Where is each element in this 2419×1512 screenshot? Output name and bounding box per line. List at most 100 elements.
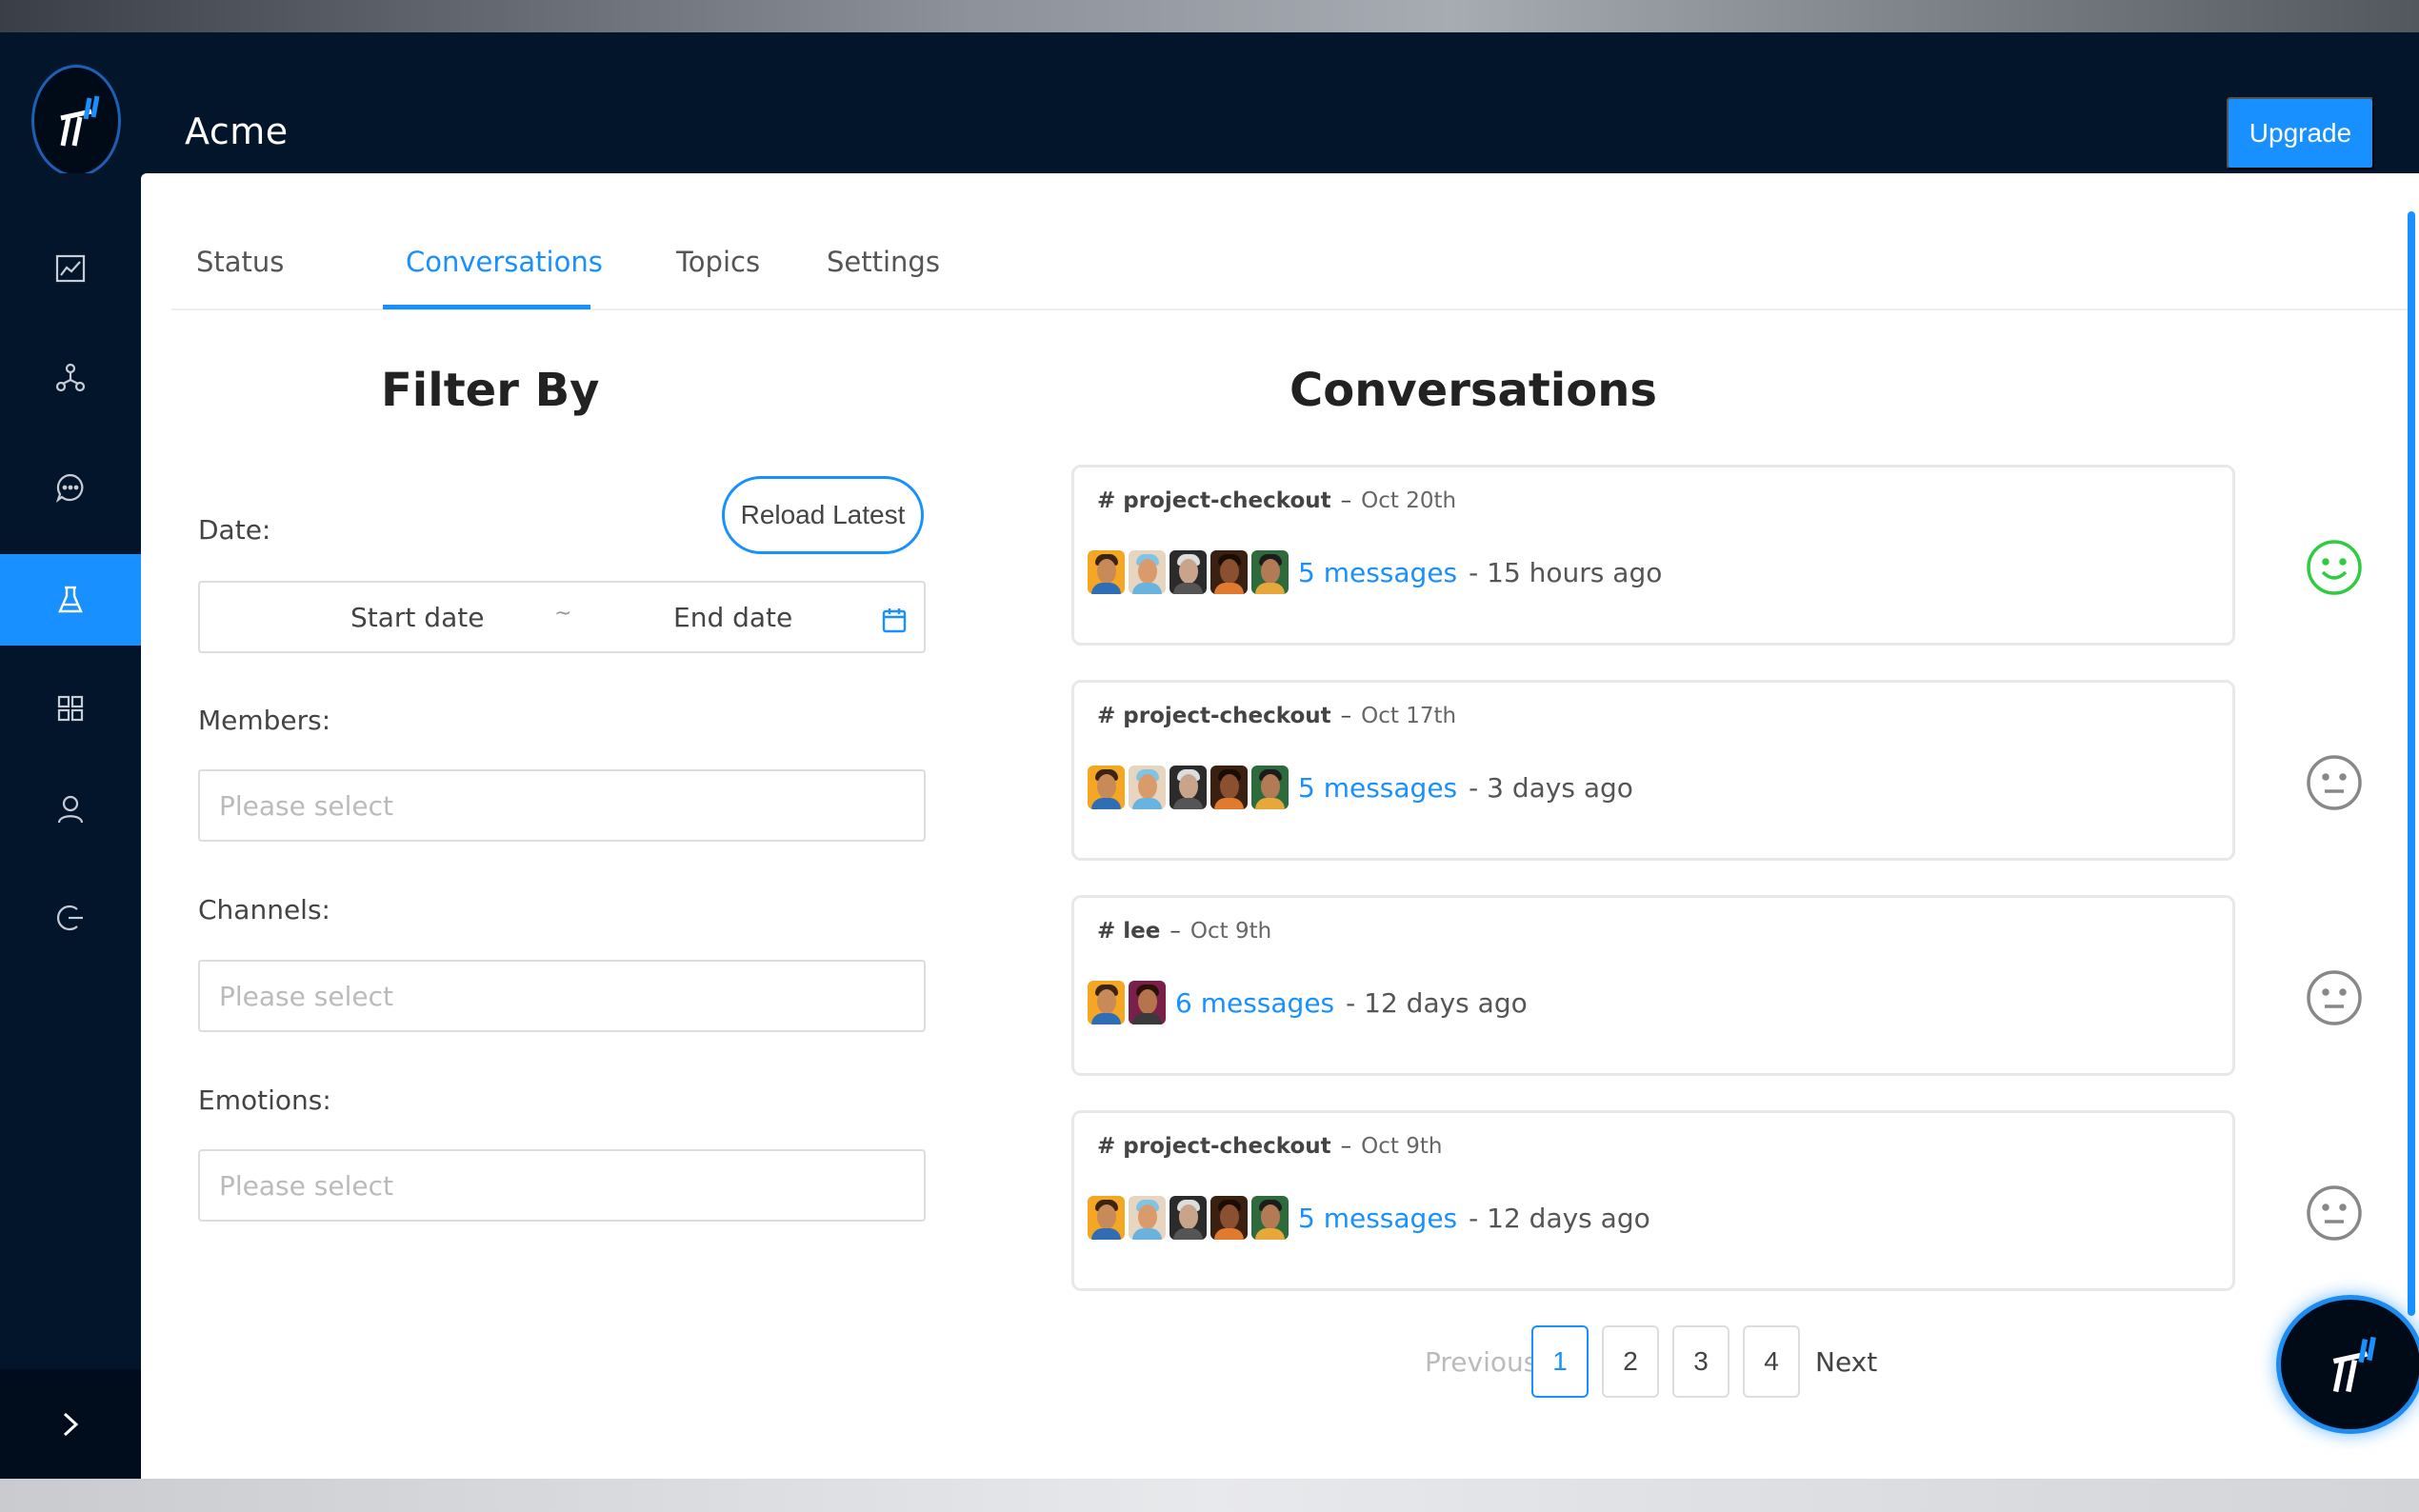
brand-logo-icon[interactable] <box>30 63 122 179</box>
participant-avatars <box>1088 1196 1289 1240</box>
avatar <box>1088 766 1125 809</box>
channel-name[interactable]: # project-checkout <box>1097 1134 1331 1159</box>
emotions-input[interactable] <box>219 1168 886 1203</box>
tab-settings[interactable]: Settings <box>827 246 940 278</box>
members-input[interactable] <box>219 788 886 823</box>
conversation-card[interactable]: # project-checkout – Oct 20th 5 messages… <box>1071 465 2362 646</box>
members-label: Members: <box>198 705 331 736</box>
top-bar: Acme Upgrade <box>0 32 2419 173</box>
participant-avatars <box>1088 766 1289 809</box>
neutral-face-icon <box>2307 1185 2362 1241</box>
scrollbar-thumb[interactable] <box>2408 211 2415 1316</box>
conversation-header: # project-checkout – Oct 20th <box>1097 488 1456 513</box>
conversations-title: Conversations <box>1289 364 1657 417</box>
conversation-date: Oct 17th <box>1361 704 1457 728</box>
page-button-2[interactable]: 2 <box>1602 1325 1659 1398</box>
sidebar-item-topics[interactable] <box>0 331 141 423</box>
avatar <box>1251 1196 1289 1240</box>
page-button-3[interactable]: 3 <box>1672 1325 1729 1398</box>
conversation-card[interactable]: # project-checkout – Oct 17th 5 messages… <box>1071 680 2362 861</box>
channel-name[interactable]: # project-checkout <box>1097 488 1331 513</box>
sidebar-item-lab[interactable] <box>0 554 141 646</box>
participant-avatars <box>1088 550 1289 594</box>
header-dash: – <box>1340 488 1352 513</box>
conversation-card[interactable]: # lee – Oct 9th 6 messages - 12 days ago <box>1071 895 2362 1076</box>
channels-label: Channels: <box>198 894 330 925</box>
sidebar-collapse-button[interactable] <box>0 1369 141 1479</box>
header-dash: – <box>1340 1134 1352 1159</box>
avatar <box>1129 550 1166 594</box>
conversation-date: Oct 9th <box>1190 919 1272 944</box>
pagination-next[interactable]: Next <box>1815 1346 1877 1378</box>
neutral-face-icon <box>2307 970 2362 1025</box>
page-button-1[interactable]: 1 <box>1531 1325 1589 1398</box>
conversation-card[interactable]: # project-checkout – Oct 9th 5 messages … <box>1071 1110 2362 1291</box>
grid-icon <box>57 695 84 722</box>
start-date-field[interactable]: Start date <box>350 602 484 633</box>
channels-select[interactable] <box>198 960 926 1032</box>
tab-status[interactable]: Status <box>196 246 284 278</box>
avatar <box>1088 550 1125 594</box>
avatar <box>1129 1196 1166 1240</box>
sidebar-item-logout[interactable] <box>0 872 141 964</box>
window-top-strip <box>0 0 2419 32</box>
avatar <box>1170 550 1207 594</box>
emotions-label: Emotions: <box>198 1084 331 1116</box>
upgrade-button[interactable]: Upgrade <box>2227 97 2374 169</box>
assistant-launcher-button[interactable] <box>2276 1295 2419 1434</box>
logout-icon <box>56 905 83 931</box>
date-separator: ~ <box>554 602 572 626</box>
time-ago: - 12 days ago <box>1469 1202 1650 1234</box>
time-ago: - 15 hours ago <box>1469 556 1663 588</box>
tab-conversations[interactable]: Conversations <box>406 246 603 278</box>
window-bottom-strip <box>0 1479 2419 1512</box>
avatar <box>1170 766 1207 809</box>
tab-bar: Status Conversations Topics Settings <box>171 173 2409 310</box>
members-select[interactable] <box>198 769 926 842</box>
sidebar-item-conversations[interactable] <box>0 442 141 533</box>
user-icon <box>57 795 84 824</box>
pagination-previous[interactable]: Previous <box>1425 1346 1537 1378</box>
conversation-summary: 6 messages - 12 days ago <box>1088 980 1528 1025</box>
messages-link[interactable]: 5 messages <box>1298 557 1457 588</box>
chat-bubble-icon <box>55 473 84 503</box>
emotions-select[interactable] <box>198 1149 926 1222</box>
messages-link[interactable]: 6 messages <box>1175 987 1334 1019</box>
avatar <box>1170 1196 1207 1240</box>
time-ago: - 3 days ago <box>1469 771 1633 804</box>
avatar <box>1088 1196 1125 1240</box>
reload-latest-button[interactable]: Reload Latest <box>722 476 924 554</box>
channels-input[interactable] <box>219 979 886 1013</box>
avatar <box>1251 550 1289 594</box>
filter-title: Filter By <box>381 364 600 417</box>
conversation-header: # project-checkout – Oct 9th <box>1097 1134 1442 1159</box>
avatar <box>1129 766 1166 809</box>
sidebar-item-dashboard[interactable] <box>0 663 141 754</box>
tab-topics[interactable]: Topics <box>676 246 760 278</box>
chevron-right-icon <box>63 1412 79 1436</box>
page-button-4[interactable]: 4 <box>1743 1325 1800 1398</box>
sidebar-item-profile[interactable] <box>0 764 141 855</box>
active-tab-indicator <box>383 305 590 309</box>
flask-icon <box>58 586 83 613</box>
conversation-header: # project-checkout – Oct 17th <box>1097 704 1456 728</box>
end-date-field[interactable]: End date <box>673 602 792 633</box>
conversation-summary: 5 messages - 3 days ago <box>1088 765 1633 810</box>
avatar <box>1088 981 1125 1025</box>
date-label: Date: <box>198 514 271 546</box>
calendar-icon[interactable] <box>880 606 909 634</box>
messages-link[interactable]: 5 messages <box>1298 772 1457 804</box>
header-dash: – <box>1170 919 1181 944</box>
sidebar <box>0 173 141 1479</box>
avatar <box>1129 981 1166 1025</box>
date-range-picker[interactable]: Start date ~ End date <box>198 581 926 653</box>
channel-name[interactable]: # project-checkout <box>1097 704 1331 728</box>
header-dash: – <box>1340 704 1352 728</box>
conversation-summary: 5 messages - 15 hours ago <box>1088 549 1662 595</box>
sidebar-item-analytics[interactable] <box>0 223 141 314</box>
neutral-face-icon <box>2307 755 2362 810</box>
messages-link[interactable]: 5 messages <box>1298 1203 1457 1234</box>
channel-name[interactable]: # lee <box>1097 919 1160 944</box>
time-ago: - 12 days ago <box>1346 986 1528 1019</box>
avatar <box>1210 766 1248 809</box>
